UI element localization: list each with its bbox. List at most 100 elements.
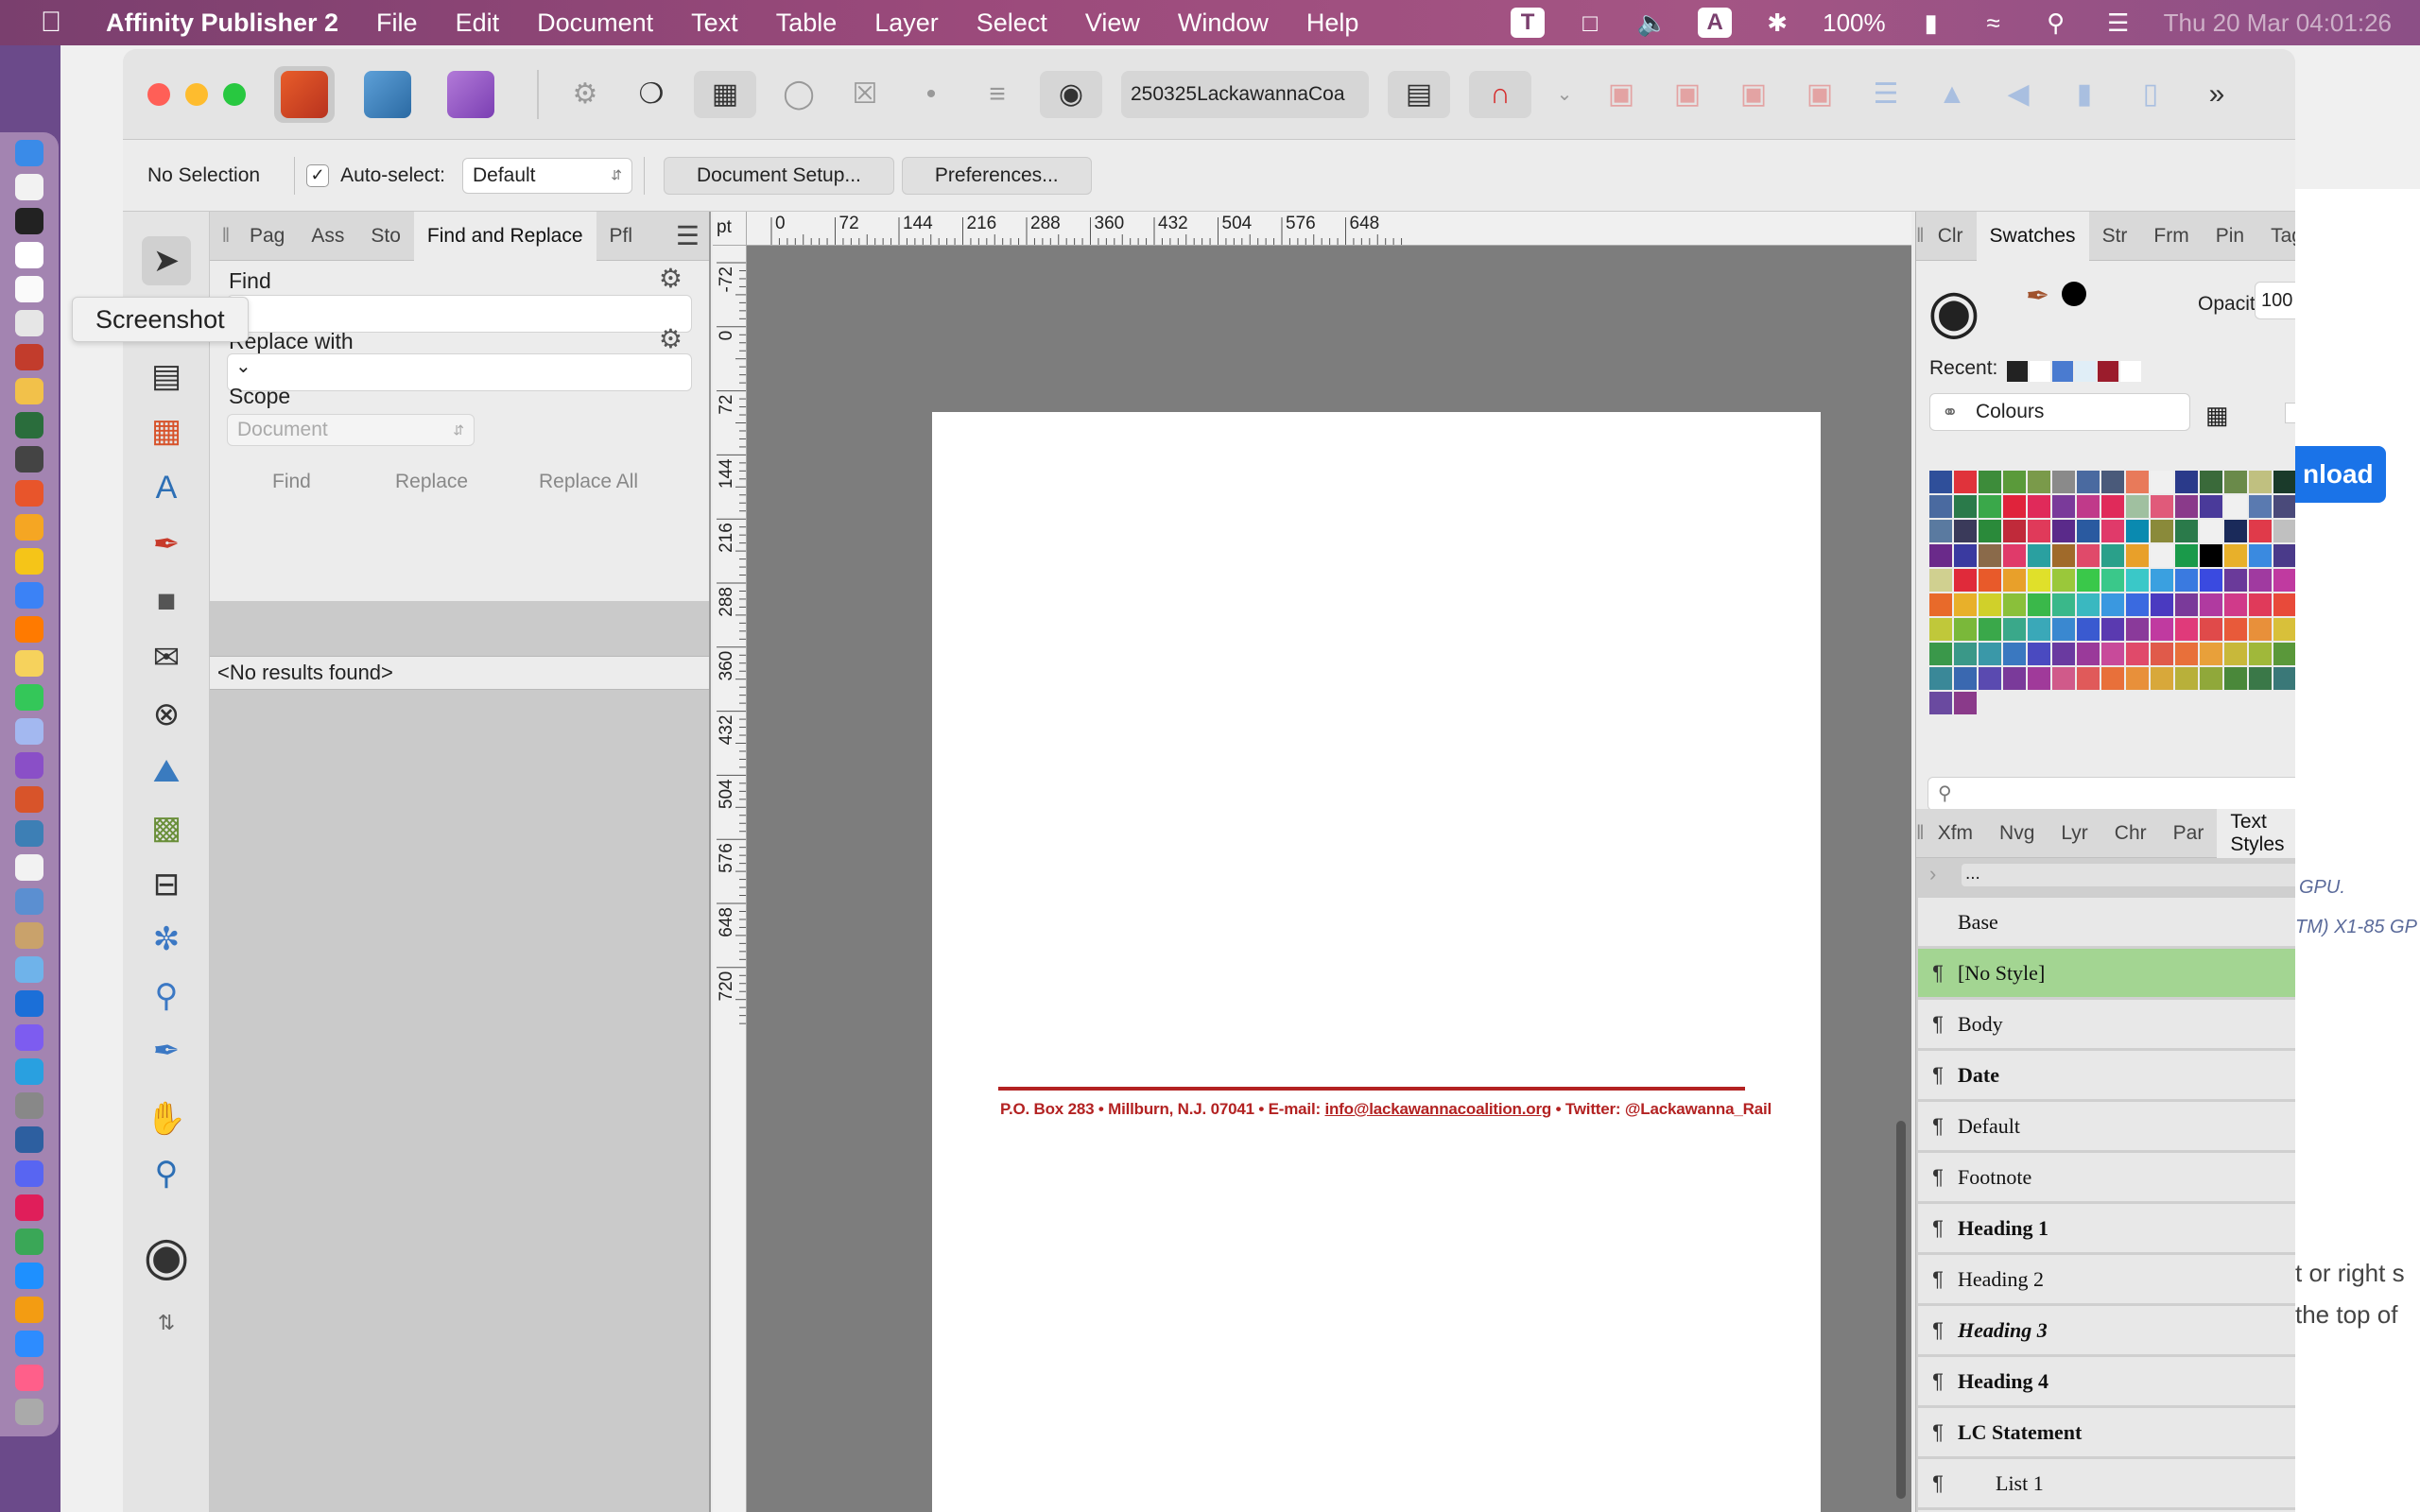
text-style-row[interactable]: ¶Heading 2☰ [1918,1255,2295,1304]
app-icon-13[interactable] [15,548,43,575]
color-swatch[interactable] [2273,618,2295,641]
color-swatch[interactable] [1979,593,2001,616]
color-swatch[interactable] [2126,544,2149,567]
move-tool-icon[interactable]: ➤ [142,236,191,285]
control-center-icon[interactable]: ☰ [2101,8,2135,38]
input-source-icon[interactable]: A [1698,8,1733,38]
tab-assets[interactable]: Ass [298,212,357,261]
color-swatch[interactable] [2028,471,2050,493]
color-swatch[interactable] [2077,495,2100,518]
pin-icon[interactable]: • [908,71,955,118]
artistic-text-tool-icon[interactable]: A [142,463,191,512]
color-swatch[interactable] [2151,618,2173,641]
color-swatch[interactable] [2224,544,2247,567]
slack-icon[interactable] [15,1194,43,1221]
snapping-magnet-icon[interactable]: ∩ [1469,70,1531,118]
color-swatch[interactable] [2175,618,2198,641]
settings-gear-icon[interactable]: ⚙ [562,71,609,118]
find-button[interactable]: Find [272,471,311,493]
color-swatch[interactable] [2224,643,2247,665]
color-swatch[interactable] [2249,667,2272,690]
color-swatch[interactable] [2151,544,2173,567]
recent-color-swatch[interactable] [2098,361,2118,382]
text-style-row[interactable]: ¶Heading 4☰ [1918,1357,2295,1406]
boolean-add-icon[interactable]: ▣ [1598,71,1645,118]
boolean-subtract-icon[interactable]: ▣ [1664,71,1711,118]
trash-icon[interactable] [15,1399,43,1425]
affinity-photo-icon[interactable] [15,752,43,779]
menu-help[interactable]: Help [1306,9,1359,38]
color-swatch[interactable] [2249,643,2272,665]
color-swatch[interactable] [2101,544,2124,567]
document-page[interactable]: P.O. Box 283 • Millburn, N.J. 07041 • E-… [932,412,1821,1512]
menu-layer[interactable]: Layer [874,9,939,38]
color-swatch[interactable] [2003,520,2026,542]
boolean-xor-icon[interactable]: ▣ [1796,71,1843,118]
color-swatch[interactable] [1954,593,1977,616]
affinity-designer-icon[interactable] [15,820,43,847]
replace-button[interactable]: Replace [395,471,468,493]
arrange-icon[interactable]: ▮ [2061,71,2108,118]
app-icon-27[interactable] [15,1024,43,1051]
recent-color-swatch[interactable] [2007,361,2028,382]
screen-mirror-icon[interactable]: □ [1573,8,1607,38]
color-swatch[interactable] [2249,593,2272,616]
color-swatch[interactable] [2151,667,2173,690]
menu-select[interactable]: Select [977,9,1047,38]
color-swatch[interactable] [2175,667,2198,690]
color-swatch[interactable] [1929,520,1952,542]
distribute-icon[interactable]: ▯ [2127,71,2174,118]
color-swatch[interactable] [2028,569,2050,592]
color-swatch[interactable] [2003,569,2026,592]
color-swatch[interactable] [2126,520,2149,542]
color-swatch[interactable] [2126,667,2149,690]
swatch-search-input[interactable]: ⚲ [1927,777,2295,811]
color-swatch[interactable] [2224,618,2247,641]
color-swatch[interactable] [2052,520,2075,542]
master-page-icon[interactable]: ▦ [694,70,756,118]
color-swatch[interactable] [2249,544,2272,567]
color-swatch[interactable] [2003,471,2026,493]
frame-icon[interactable]: ◯ [775,71,822,118]
affinity-publisher-icon[interactable] [15,786,43,813]
battery-icon[interactable]: ▮ [1914,8,1948,38]
find-input[interactable] [227,295,692,333]
color-swatch[interactable] [2273,593,2295,616]
tab-stroke[interactable]: Str [2089,212,2141,261]
tab-frame[interactable]: Frm [2140,212,2202,261]
menu-edit[interactable]: Edit [456,9,500,38]
color-swatch[interactable] [2028,593,2050,616]
close-window-button[interactable] [147,82,170,106]
toolbar-overflow-icon[interactable]: » [2193,71,2240,118]
color-swatch[interactable] [2224,667,2247,690]
search-results-list[interactable]: <No results found> [210,656,709,690]
color-swatch[interactable] [1929,544,1952,567]
add-swatch-icon[interactable]: ▦ [2205,401,2229,430]
color-swatch[interactable] [1954,569,1977,592]
color-swatch[interactable] [1929,643,1952,665]
color-swatch[interactable] [2249,618,2272,641]
pen-tool-icon[interactable]: ✒ [142,520,191,569]
text-tool-status-icon[interactable]: T [1511,8,1546,38]
color-swatch[interactable] [1954,643,1977,665]
menu-document[interactable]: Document [537,9,653,38]
color-swatch[interactable] [2077,520,2100,542]
place-image-tool-icon[interactable]: ⛰ [142,747,191,796]
screenshot-app-icon[interactable] [15,310,43,336]
vertical-ruler[interactable]: -72 0 72 144 216 288 360 432 504 576 648 720 [713,246,747,1512]
transparency-tool-icon[interactable]: ⚲ [142,971,191,1021]
color-swatch[interactable] [2077,569,2100,592]
color-swatch[interactable] [2249,569,2272,592]
color-swatch[interactable] [2200,544,2222,567]
fill-stroke-icon[interactable]: ◉ [142,1223,191,1289]
auto-select-dropdown[interactable]: Default ⇵ [461,157,632,194]
color-swatch[interactable] [2151,593,2173,616]
color-swatch[interactable] [2077,618,2100,641]
color-swatch[interactable] [1954,618,1977,641]
color-swatch[interactable] [2028,618,2050,641]
letterhead-footer[interactable]: P.O. Box 283 • Millburn, N.J. 07041 • E-… [1000,1100,1772,1119]
color-swatch[interactable] [2101,569,2124,592]
tab-pages[interactable]: Pag [236,212,298,261]
clock[interactable]: Thu 20 Mar 04:01:26 [2164,9,2392,38]
color-swatch[interactable] [2077,544,2100,567]
